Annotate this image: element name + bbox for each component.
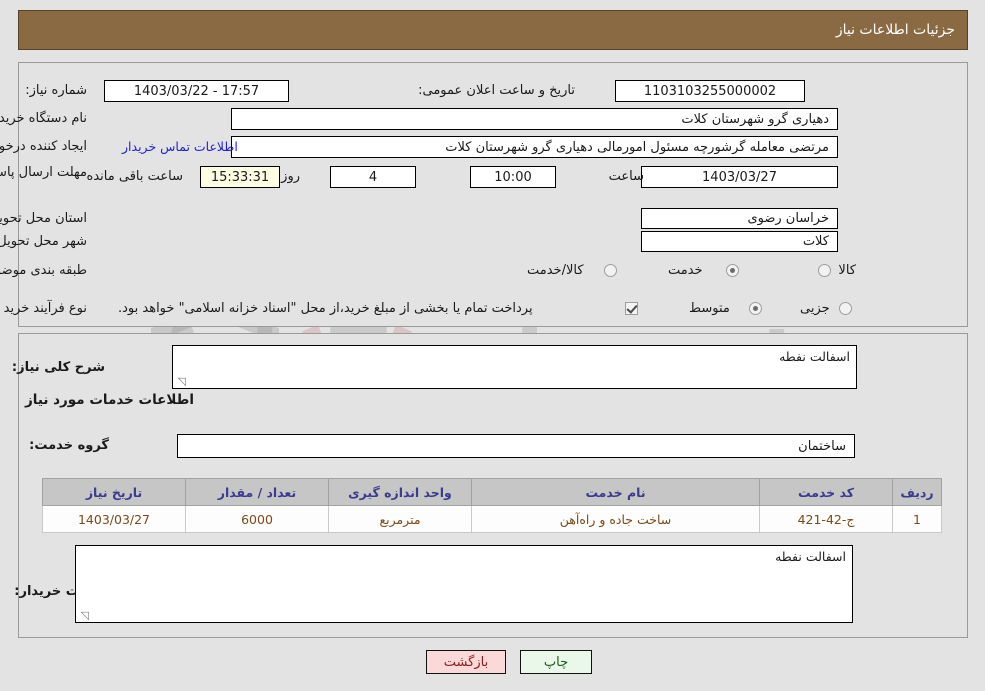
col-unit: واحد اندازه گیری xyxy=(328,478,472,506)
islamic-treasury-text: پرداخت تمام یا بخشی از مبلغ خرید،از محل … xyxy=(118,301,533,316)
countdown-suffix-label: ساعت باقی مانده xyxy=(86,169,183,184)
announcement-label: تاریخ و ساعت اعلان عمومی: xyxy=(418,83,575,98)
page-root: AriaTender.net جزئیات اطلاعات نیاز شماره… xyxy=(0,0,985,691)
col-name: نام خدمت xyxy=(471,478,760,506)
request-creator-value: مرتضی معامله گرشورچه مسئول امورمالی دهیا… xyxy=(231,136,838,158)
radio-category-kala-label: کالا xyxy=(838,263,856,278)
radio-process-motevaset-label: متوسط xyxy=(689,301,730,316)
window-titlebar: جزئیات اطلاعات نیاز xyxy=(18,10,968,50)
hour-label: ساعت xyxy=(608,169,644,184)
service-group-value: ساختمان xyxy=(177,434,855,458)
resize-grip-icon[interactable]: ◹ xyxy=(176,376,186,387)
services-section-title: اطلاعات خدمات مورد نیاز xyxy=(24,392,194,408)
service-group-label: گروه خدمت: xyxy=(29,438,109,453)
city-value: کلات xyxy=(641,231,838,252)
checkbox-islamic-treasury[interactable] xyxy=(625,302,638,315)
radio-process-jozi-label: جزیی xyxy=(800,301,830,316)
buyer-notes-value: اسفالت نفطه xyxy=(775,549,846,564)
col-quantity: تعداد / مقدار xyxy=(185,478,329,506)
announcement-value: 17:57 - 1403/03/22 xyxy=(104,80,289,102)
buyer-notes-textarea[interactable]: اسفالت نفطه ◹ xyxy=(75,545,853,623)
radio-category-kala-khadamat-label: کالا/خدمت xyxy=(527,263,584,278)
buyer-org-value: دهیاری گرو شهرستان کلات xyxy=(231,108,838,130)
services-table: ردیف کد خدمت نام خدمت واحد اندازه گیری ت… xyxy=(42,478,942,533)
buyer-contact-link[interactable]: اطلاعات تماس خریدار xyxy=(122,139,238,154)
purchase-process-label: نوع فرآیند خرید : xyxy=(0,301,87,316)
cell-name: ساخت جاده و راه‌آهن xyxy=(471,505,760,533)
radio-category-khadamat-label: خدمت xyxy=(668,263,703,278)
general-description-label: شرح کلی نیاز: xyxy=(11,360,105,375)
category-label: طبقه بندی موضوعی: xyxy=(0,263,87,278)
radio-category-khadamat[interactable] xyxy=(726,264,739,277)
cell-unit: مترمربع xyxy=(328,505,472,533)
general-description-value: اسفالت نفطه xyxy=(779,349,850,364)
resize-grip-icon-2[interactable]: ◹ xyxy=(79,610,89,621)
back-button[interactable]: بازگشت xyxy=(426,650,506,674)
cell-date: 1403/03/27 xyxy=(42,505,186,533)
countdown-timer: 15:33:31 xyxy=(200,166,280,188)
city-label: شهر محل تحویل: xyxy=(0,234,87,249)
radio-process-motevaset[interactable] xyxy=(749,302,762,315)
deadline-time-value: 10:00 xyxy=(470,166,556,188)
province-label: استان محل تحویل: xyxy=(0,211,87,226)
table-header-row: ردیف کد خدمت نام خدمت واحد اندازه گیری ت… xyxy=(42,478,942,506)
col-row: ردیف xyxy=(892,478,942,506)
general-description-textarea[interactable]: اسفالت نفطه ◹ xyxy=(172,345,857,389)
cell-row: 1 xyxy=(892,505,942,533)
radio-category-kala[interactable] xyxy=(818,264,831,277)
table-row: 1 ج-42-421 ساخت جاده و راه‌آهن مترمربع 6… xyxy=(42,505,942,533)
need-number-label: شماره نیاز: xyxy=(25,83,87,98)
print-button[interactable]: چاپ xyxy=(520,650,592,674)
deadline-label: مهلت ارسال پاسخ: تا تاریخ: xyxy=(0,165,87,180)
days-left-value: 4 xyxy=(330,166,416,188)
province-value: خراسان رضوی xyxy=(641,208,838,229)
deadline-date-value: 1403/03/27 xyxy=(641,166,838,188)
buyer-org-label: نام دستگاه خریدار: xyxy=(0,111,87,126)
page-title: جزئیات اطلاعات نیاز xyxy=(835,22,955,38)
cell-code: ج-42-421 xyxy=(759,505,893,533)
radio-process-jozi[interactable] xyxy=(839,302,852,315)
radio-category-kala-khadamat[interactable] xyxy=(604,264,617,277)
col-date: تاریخ نیاز xyxy=(42,478,186,506)
cell-quantity: 6000 xyxy=(185,505,329,533)
need-number-value: 1103103255000002 xyxy=(615,80,805,102)
request-creator-label: ایجاد کننده درخواست: xyxy=(0,139,87,154)
col-code: کد خدمت xyxy=(759,478,893,506)
